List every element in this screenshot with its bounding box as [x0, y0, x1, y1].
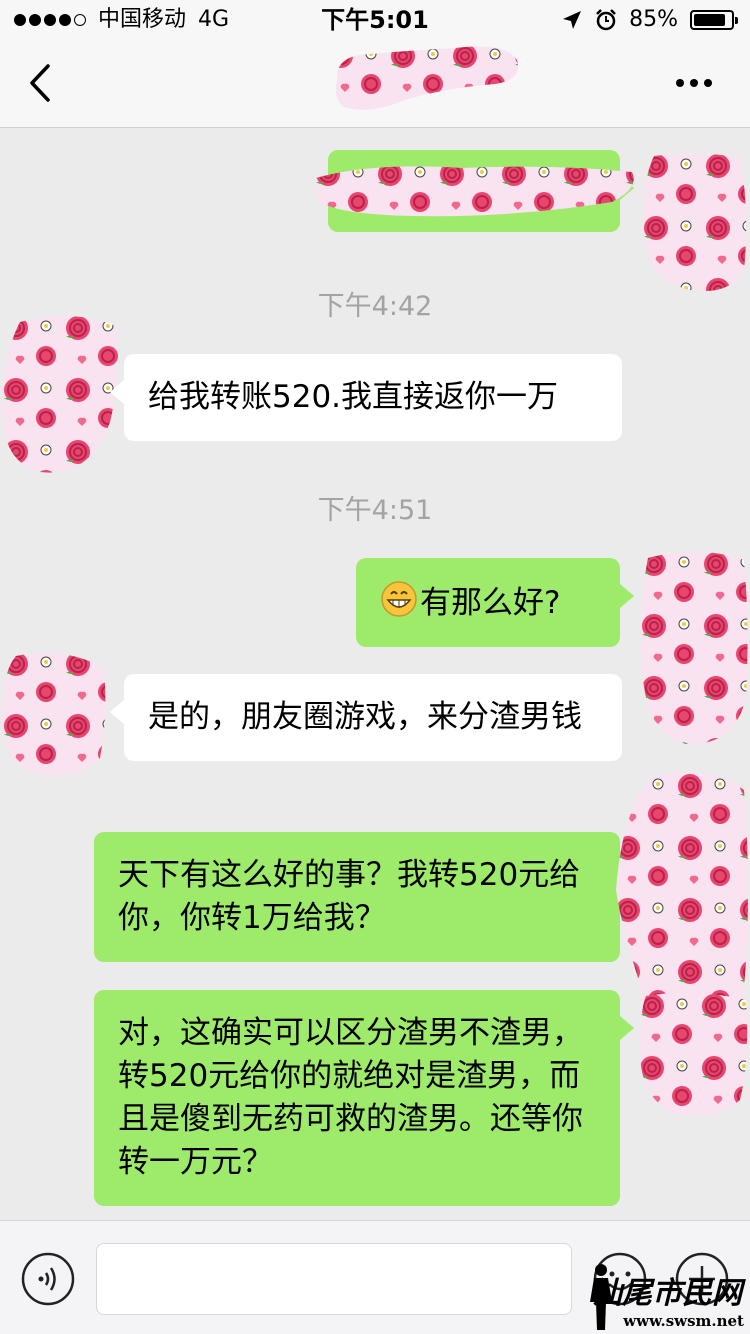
chat-bubble-incoming[interactable]: 是的，朋友圈游戏，来分渣男钱 — [110, 674, 622, 761]
voice-icon — [21, 1252, 75, 1306]
back-button[interactable] — [18, 58, 68, 108]
chat-bubble-incoming[interactable]: 给我转账520.我直接返你一万 — [110, 354, 622, 441]
message-text: 给我转账520.我直接返你一万 — [148, 379, 559, 415]
chat-bubble-outgoing[interactable]: 有那么好? — [356, 558, 634, 647]
battery-fill — [694, 14, 725, 26]
message-text: 天下有这么好的事？我转520元给你，你转1万给我？ — [118, 857, 581, 936]
redacted-scribble — [316, 166, 634, 217]
alarm-icon — [596, 9, 616, 31]
message-text: 有那么好? — [420, 585, 561, 621]
watermark-logo: 汕尾市民网 www.swsm.net — [584, 1258, 750, 1334]
location-arrow-icon — [563, 11, 582, 29]
more-button[interactable] — [664, 58, 724, 108]
chevron-left-icon — [30, 64, 50, 102]
contact-avatar-redacted — [1, 315, 118, 473]
grinning-emoji-icon — [381, 581, 417, 617]
self-avatar-redacted — [643, 153, 747, 292]
redacted-contact-name — [335, 46, 519, 110]
more-dots-icon — [676, 79, 684, 87]
message-text: 是的，朋友圈游戏，来分渣男钱 — [148, 699, 582, 735]
nav-bar — [0, 40, 750, 128]
status-bar: 中国移动 4G 下午5:01 85% — [0, 0, 750, 40]
battery-icon — [690, 10, 738, 30]
contact-avatar-redacted — [2, 652, 106, 776]
message-text: 对，这确实可以区分渣男不渣男，转520元给你的就绝对是渣男，而且是傻到无药可救的… — [118, 1015, 583, 1180]
timestamp-2: 下午4:51 — [317, 495, 433, 526]
self-avatar-redacted — [640, 992, 748, 1117]
self-avatar-redacted — [640, 551, 748, 745]
voice-button[interactable] — [20, 1251, 76, 1307]
watermark-url: www.swsm.net — [623, 1312, 744, 1330]
message-input[interactable] — [96, 1243, 572, 1315]
watermark-title: 汕尾市民网 — [592, 1276, 742, 1311]
chat-bubble-outgoing[interactable]: 天下有这么好的事？我转520元给你，你转1万给我？ — [94, 832, 634, 962]
battery-percent: 85% — [629, 7, 678, 32]
status-right: 85% — [561, 0, 738, 40]
chat-bubble-outgoing[interactable]: 对，这确实可以区分渣男不渣男，转520元给你的就绝对是渣男，而且是傻到无药可救的… — [94, 990, 634, 1206]
